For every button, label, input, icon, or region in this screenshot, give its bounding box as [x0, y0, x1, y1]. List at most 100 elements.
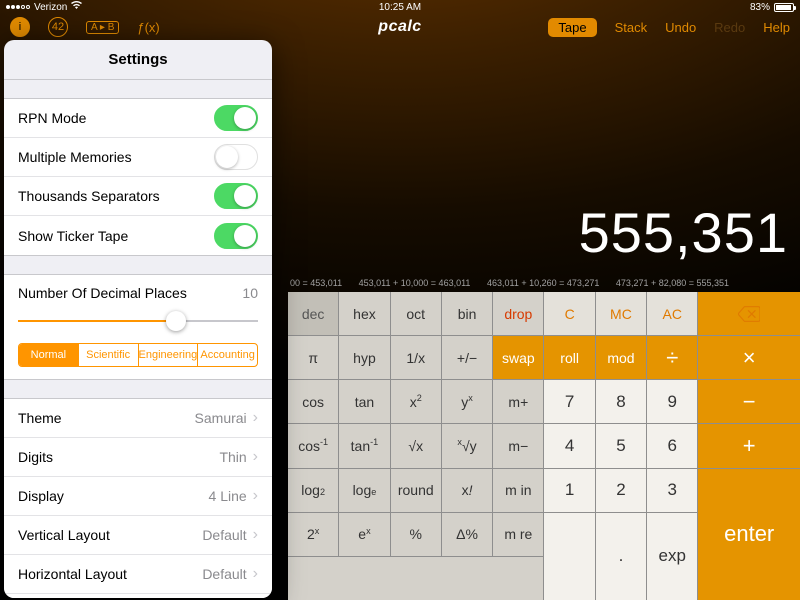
- notation-segments[interactable]: Normal Scientific Engineering Accounting: [18, 343, 258, 367]
- key-mminus[interactable]: m−: [493, 424, 543, 467]
- key-oct[interactable]: oct: [391, 292, 441, 335]
- decimal-label: Number Of Decimal Places: [18, 285, 187, 301]
- key-divide[interactable]: ÷: [647, 336, 697, 379]
- seg-scientific[interactable]: Scientific: [79, 344, 139, 366]
- list-section: Theme Samurai › Digits Thin › Display 4 …: [4, 398, 272, 598]
- row-ticker: Show Ticker Tape: [4, 216, 272, 255]
- key-multiply[interactable]: ×: [698, 336, 800, 379]
- key-round[interactable]: round: [391, 469, 441, 512]
- key-acos[interactable]: cos-1: [288, 424, 338, 467]
- status-bar: Verizon 10:25 AM 83%: [0, 0, 800, 14]
- tape-button[interactable]: Tape: [548, 18, 596, 37]
- key-exp[interactable]: exp: [647, 513, 697, 600]
- key-sqrt[interactable]: √x: [391, 424, 441, 467]
- stack-button[interactable]: Stack: [615, 20, 648, 35]
- battery-icon: [774, 3, 794, 12]
- key-mre[interactable]: m re: [493, 513, 543, 556]
- key-ac[interactable]: AC: [647, 292, 697, 335]
- forty-two-button[interactable]: 42: [48, 17, 68, 37]
- wifi-icon: [71, 1, 82, 13]
- row-vlayout[interactable]: Vertical Layout Default ›: [4, 516, 272, 555]
- row-theme[interactable]: Theme Samurai ›: [4, 399, 272, 438]
- chevron-icon: ›: [253, 565, 258, 583]
- key-hyp[interactable]: hyp: [339, 336, 389, 379]
- chevron-icon: ›: [253, 487, 258, 505]
- row-digits[interactable]: Digits Thin ›: [4, 438, 272, 477]
- key-4[interactable]: 4: [544, 424, 594, 467]
- keypad: dec hex oct bin drop C MC AC π hyp 1/x +…: [288, 292, 800, 600]
- fx-button[interactable]: ƒ(x): [137, 20, 159, 35]
- key-min[interactable]: m in: [493, 469, 543, 512]
- key-ln[interactable]: loge: [339, 469, 389, 512]
- display-value: 555,351: [579, 200, 788, 265]
- carrier-label: Verizon: [34, 2, 67, 13]
- key-dec[interactable]: dec: [288, 292, 338, 335]
- help-button[interactable]: Help: [763, 20, 790, 35]
- toggle-ticker[interactable]: [214, 223, 258, 249]
- row-multimem: Multiple Memories: [4, 138, 272, 177]
- key-2[interactable]: 2: [596, 469, 646, 512]
- key-recip[interactable]: 1/x: [391, 336, 441, 379]
- key-mplus[interactable]: m+: [493, 380, 543, 423]
- key-1[interactable]: 1: [544, 469, 594, 512]
- key-ex[interactable]: ex: [339, 513, 389, 556]
- row-display[interactable]: Display 4 Line ›: [4, 477, 272, 516]
- key-mod[interactable]: mod: [596, 336, 646, 379]
- key-9[interactable]: 9: [647, 380, 697, 423]
- key-roll[interactable]: roll: [544, 336, 594, 379]
- key-2x[interactable]: 2x: [288, 513, 338, 556]
- key-yx[interactable]: yx: [442, 380, 492, 423]
- key-enter[interactable]: enter: [698, 469, 800, 600]
- seg-accounting[interactable]: Accounting: [198, 344, 257, 366]
- key-3[interactable]: 3: [647, 469, 697, 512]
- toggle-thousands[interactable]: [214, 183, 258, 209]
- key-c[interactable]: C: [544, 292, 594, 335]
- toggle-multimem[interactable]: [214, 144, 258, 170]
- key-fact[interactable]: x!: [442, 469, 492, 512]
- key-drop[interactable]: drop: [493, 292, 543, 335]
- key-5[interactable]: 5: [596, 424, 646, 467]
- key-8[interactable]: 8: [596, 380, 646, 423]
- key-nroot[interactable]: x√y: [442, 424, 492, 467]
- key-0[interactable]: [544, 513, 594, 600]
- key-hex[interactable]: hex: [339, 292, 389, 335]
- redo-button[interactable]: Redo: [714, 20, 745, 35]
- key-backspace[interactable]: [698, 292, 800, 335]
- key-pct[interactable]: %: [391, 513, 441, 556]
- key-bin[interactable]: bin: [442, 292, 492, 335]
- toolbar: i 42 A ▸ B ƒ(x) pcalc Tape Stack Undo Re…: [0, 14, 800, 40]
- key-plus[interactable]: +: [698, 424, 800, 467]
- toggles-section: RPN Mode Multiple Memories Thousands Sep…: [4, 98, 272, 256]
- undo-button[interactable]: Undo: [665, 20, 696, 35]
- key-x2[interactable]: x2: [391, 380, 441, 423]
- chevron-icon: ›: [253, 448, 258, 466]
- info-button[interactable]: i: [10, 17, 30, 37]
- key-cos[interactable]: cos: [288, 380, 338, 423]
- key-log2[interactable]: log2: [288, 469, 338, 512]
- key-atan[interactable]: tan-1: [339, 424, 389, 467]
- status-time: 10:25 AM: [379, 2, 421, 13]
- tape-history: 00 = 453,011 453,011 + 10,000 = 463,011 …: [290, 278, 794, 288]
- key-dot[interactable]: .: [596, 513, 646, 600]
- toggle-rpn[interactable]: [214, 105, 258, 131]
- key-6[interactable]: 6: [647, 424, 697, 467]
- settings-title: Settings: [4, 40, 272, 80]
- row-rpn: RPN Mode: [4, 99, 272, 138]
- row-keyclick[interactable]: Key Click System ›: [4, 594, 272, 598]
- key-minus[interactable]: −: [698, 380, 800, 423]
- key-blank: [288, 557, 543, 600]
- convert-button[interactable]: A ▸ B: [86, 21, 119, 34]
- key-negate[interactable]: +/−: [442, 336, 492, 379]
- key-deltapct[interactable]: Δ%: [442, 513, 492, 556]
- seg-engineering[interactable]: Engineering: [139, 344, 199, 366]
- decimal-slider[interactable]: [18, 311, 258, 331]
- key-pi[interactable]: π: [288, 336, 338, 379]
- seg-normal[interactable]: Normal: [19, 344, 79, 366]
- key-7[interactable]: 7: [544, 380, 594, 423]
- key-swap[interactable]: swap: [493, 336, 543, 379]
- settings-popover: Settings RPN Mode Multiple Memories Thou…: [4, 40, 272, 598]
- battery-pct: 83%: [750, 2, 770, 13]
- row-hlayout[interactable]: Horizontal Layout Default ›: [4, 555, 272, 594]
- key-tan[interactable]: tan: [339, 380, 389, 423]
- key-mc[interactable]: MC: [596, 292, 646, 335]
